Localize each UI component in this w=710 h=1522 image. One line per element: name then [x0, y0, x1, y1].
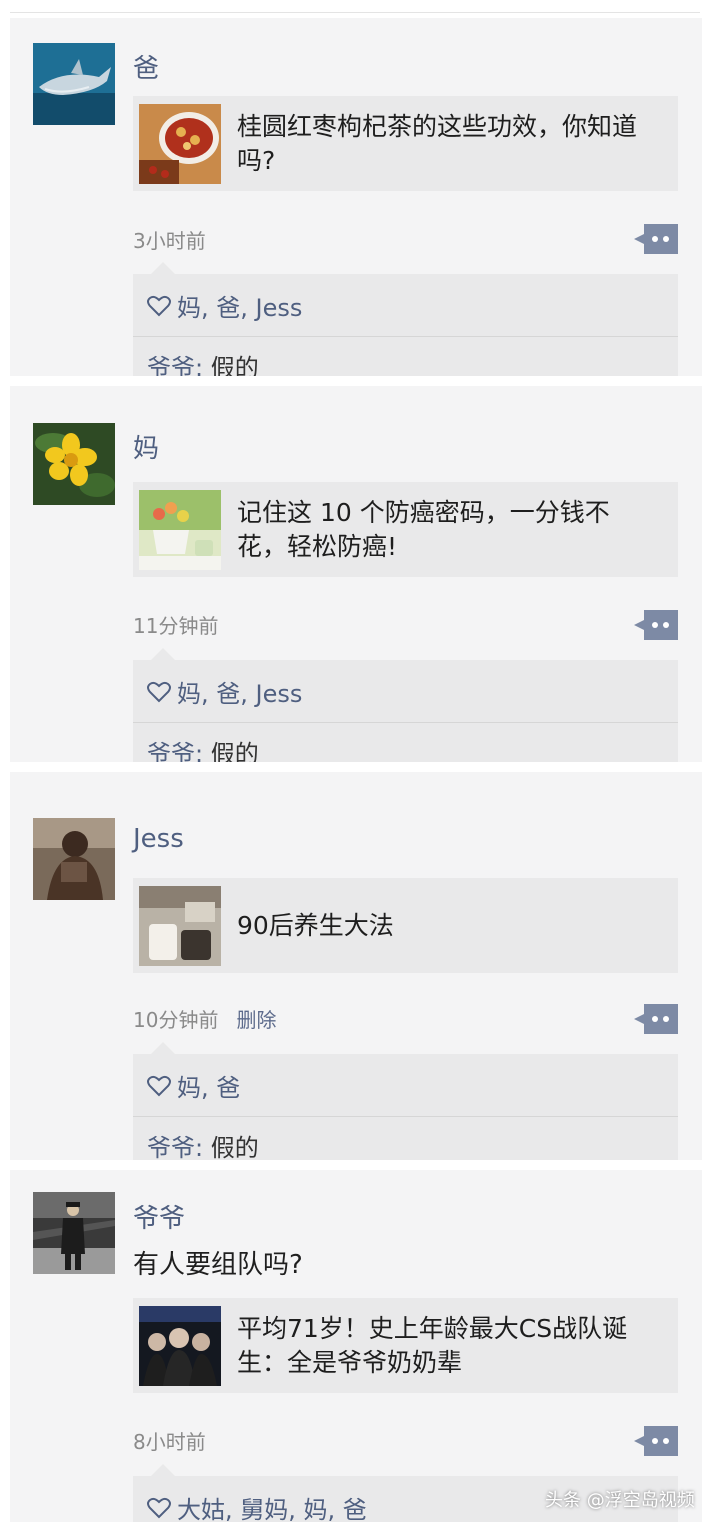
link-card[interactable]: 90后养生大法 — [133, 878, 678, 973]
link-card[interactable]: 记住这 10 个防癌密码，一分钱不花，轻松防癌! — [133, 482, 678, 577]
likes-row[interactable]: 妈, 爸 — [147, 1068, 240, 1103]
comment-author[interactable]: 爷爷: — [147, 354, 203, 376]
comment-button[interactable] — [632, 610, 678, 640]
avatar[interactable] — [33, 818, 115, 900]
divider — [133, 336, 678, 337]
shark-icon — [33, 43, 115, 125]
comment-text: 假的 — [210, 1134, 259, 1160]
avatar[interactable] — [33, 43, 115, 125]
tea-cup-icon — [139, 104, 221, 184]
comment-bubble-icon — [634, 1426, 678, 1456]
likes-names: 大姑, 舅妈, 妈, 爸 — [177, 1496, 367, 1522]
caret — [151, 1464, 175, 1476]
post-card: 妈 记住这 10 个防癌密码，一分钱不花，轻松防癌! 11分钟前 妈, 爸, J… — [10, 386, 702, 762]
card-title: 90后养生大法 — [237, 910, 394, 940]
post-time: 11分钟前 — [133, 610, 218, 639]
author-name[interactable]: 妈 — [133, 428, 159, 465]
elderly-team-icon — [139, 1306, 221, 1386]
likes-comments-box: 妈, 爸, Jess 爷爷: 假的 — [133, 648, 678, 762]
comment-row[interactable]: 爷爷: 假的 — [147, 734, 259, 762]
post-card: 爸 桂圆红枣枸杞茶的这些功效，你知道吗? 3小时前 妈, 爸, Jess 爷爷:… — [10, 18, 702, 376]
comment-author[interactable]: 爷爷: — [147, 1134, 203, 1160]
avatar[interactable] — [33, 1192, 115, 1274]
comment-author[interactable]: 爷爷: — [147, 740, 203, 762]
heart-icon — [147, 1075, 171, 1096]
heart-icon — [147, 1497, 171, 1518]
author-name[interactable]: Jess — [133, 824, 184, 854]
likes-row[interactable]: 妈, 爸, Jess — [147, 288, 302, 323]
comment-bubble-icon — [634, 1004, 678, 1034]
comment-button[interactable] — [632, 1426, 678, 1456]
caret — [151, 648, 175, 660]
time-text: 11分钟前 — [133, 614, 219, 638]
author-name[interactable]: 爷爷 — [133, 1198, 185, 1235]
link-card[interactable]: 平均71岁！史上年龄最大CS战队诞生：全是爷爷奶奶辈 — [133, 1298, 678, 1393]
comment-bubble-icon — [634, 224, 678, 254]
thumbnail — [139, 1306, 221, 1386]
comment-text: 假的 — [210, 354, 259, 376]
man-on-platform-icon — [33, 1192, 115, 1274]
caret — [151, 1042, 175, 1054]
comment-row[interactable]: 爷爷: 假的 — [147, 348, 259, 376]
heart-icon — [147, 295, 171, 316]
likes-names: 妈, 爸 — [177, 1074, 241, 1102]
post-card: Jess 90后养生大法 10分钟前 删除 妈, 爸 爷爷: 假的 — [10, 772, 702, 1160]
likes-comments-box: 妈, 爸, Jess 爷爷: 假的 — [133, 262, 678, 376]
comment-row[interactable]: 爷爷: 假的 — [147, 1128, 259, 1160]
person-photo-icon — [33, 818, 115, 900]
link-card[interactable]: 桂圆红枣枸杞茶的这些功效，你知道吗? — [133, 96, 678, 191]
likes-names: 妈, 爸, Jess — [177, 680, 303, 708]
time-text: 10分钟前 — [133, 1008, 219, 1032]
author-name[interactable]: 爸 — [133, 48, 159, 85]
card-title: 平均71岁！史上年龄最大CS战队诞生：全是爷爷奶奶辈 — [237, 1313, 628, 1377]
yellow-flower-icon — [33, 423, 115, 505]
avatar[interactable] — [33, 423, 115, 505]
comment-button[interactable] — [632, 1004, 678, 1034]
divider — [133, 722, 678, 723]
cups-icon — [139, 886, 221, 966]
card-title: 桂圆红枣枸杞茶的这些功效，你知道吗? — [237, 111, 638, 175]
post-time: 10分钟前 删除 — [133, 1004, 276, 1033]
thumbnail — [139, 490, 221, 570]
comment-bubble-icon — [634, 610, 678, 640]
comment-button[interactable] — [632, 224, 678, 254]
comment-text: 假的 — [210, 740, 259, 762]
time-text: 8小时前 — [133, 1430, 206, 1454]
likes-row[interactable]: 大姑, 舅妈, 妈, 爸 — [147, 1490, 367, 1522]
likes-comments-box: 妈, 爸 爷爷: 假的 — [133, 1042, 678, 1160]
likes-names: 妈, 爸, Jess — [177, 294, 303, 322]
caret — [151, 262, 175, 274]
watermark: 头条 @浮空岛视频 — [545, 1490, 695, 1511]
likes-row[interactable]: 妈, 爸, Jess — [147, 674, 302, 709]
thumbnail — [139, 886, 221, 966]
post-time: 8小时前 — [133, 1426, 206, 1455]
post-card: 爷爷 有人要组队吗? 平均71岁！史上年龄最大CS战队诞生：全是爷爷奶奶辈 8小… — [10, 1170, 702, 1522]
post-text: 有人要组队吗? — [133, 1250, 303, 1280]
heart-icon — [147, 681, 171, 702]
card-title: 记住这 10 个防癌密码，一分钱不花，轻松防癌! — [237, 497, 610, 561]
post-time: 3小时前 — [133, 225, 206, 254]
divider — [133, 1116, 678, 1117]
thumbnail — [139, 104, 221, 184]
time-text: 3小时前 — [133, 229, 206, 253]
flower-pot-icon — [139, 490, 221, 570]
delete-link[interactable]: 删除 — [236, 1008, 276, 1032]
top-divider — [10, 12, 700, 13]
